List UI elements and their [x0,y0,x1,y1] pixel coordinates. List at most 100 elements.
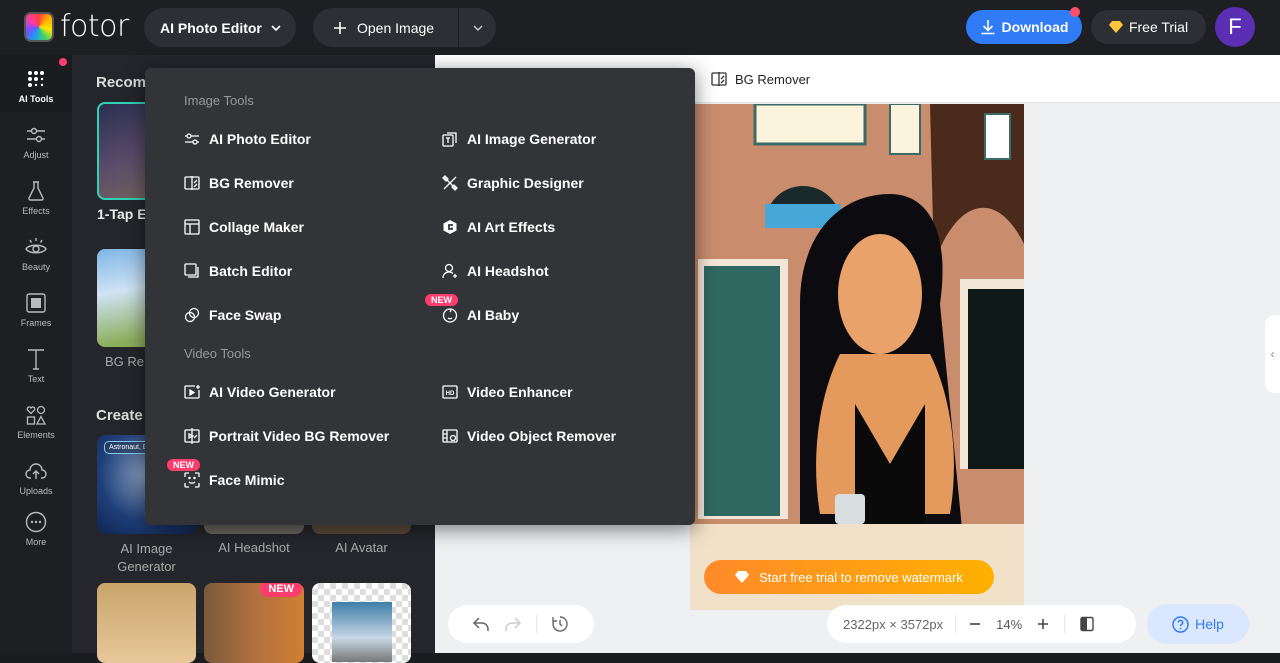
divider [1064,615,1066,633]
menu-item-ai-photo-editor[interactable]: AI Photo Editor [183,130,311,148]
rail-label: Frames [20,318,52,328]
menu-item-ai-headshot[interactable]: AI Headshot [441,262,549,280]
menu-item-collage-maker[interactable]: Collage Maker [183,218,304,236]
cloud-upload-icon [24,459,48,483]
free-trial-button[interactable]: Free Trial [1091,10,1206,44]
bg-remover-icon [711,72,727,86]
menu-item-label: BG Remover [209,175,294,191]
rail-item-beauty[interactable]: Beauty [0,235,72,272]
menu-item-graphic-designer[interactable]: Graphic Designer [441,174,584,192]
menu-item-bg-remover[interactable]: BG Remover [183,174,294,192]
collapse-right-panel-button[interactable]: ‹ [1265,315,1280,393]
menu-item-batch-editor[interactable]: Batch Editor [183,262,292,280]
rail-item-more[interactable]: More [0,510,72,547]
zoom-out-icon[interactable] [968,617,982,631]
ai-tools-notification-dot [59,58,67,66]
rail-item-uploads[interactable]: Uploads [0,459,72,496]
rail-item-adjust[interactable]: Adjust [0,123,72,160]
download-button[interactable]: Download [966,10,1082,44]
new-badge: NEW [425,294,458,306]
flask-icon [24,179,48,203]
menu-item-ai-image-generator[interactable]: AI Image Generator [441,130,596,148]
thumb-pet[interactable]: NEW [204,583,304,663]
fotor-logo[interactable]: fotor [24,12,129,42]
image-dimensions: 2322px × 3572px [843,616,944,632]
menu-item-label: AI Art Effects [467,219,556,235]
menu-item-ai-baby[interactable]: NEW AI Baby [425,294,520,324]
top-bar: fotor AI Photo Editor Open Image Downloa… [0,0,1280,55]
menu-item-face-swap[interactable]: Face Swap [183,306,281,324]
chevron-down-icon [271,24,281,31]
free-trial-label: Free Trial [1128,19,1189,35]
chevron-down-icon [473,25,482,31]
thumb-portrait[interactable] [97,583,196,663]
ai-photo-editor-dropdown: Image Tools AI Photo Editor AI Image Gen… [145,68,695,525]
open-image-button[interactable]: Open Image [313,8,459,47]
edited-photo[interactable] [690,104,1024,610]
question-circle-icon [1172,615,1189,633]
help-button[interactable]: Help [1147,604,1249,644]
rail-item-elements[interactable]: Elements [0,403,72,440]
rail-item-effects[interactable]: Effects [0,179,72,216]
photo-illustration [690,104,1024,610]
diamond-icon [735,571,750,583]
ai-photo-editor-menu-button[interactable]: AI Photo Editor [144,8,296,47]
menu-item-portrait-video-bg-remover[interactable]: Portrait Video BG Remover [183,427,389,445]
menu-item-video-enhancer[interactable]: HD Video Enhancer [441,383,573,401]
history-icon[interactable] [551,615,569,633]
compare-icon[interactable] [1079,616,1095,632]
open-image-dropdown[interactable] [459,22,496,34]
image-generator-icon [441,130,459,148]
user-avatar[interactable]: F [1215,7,1255,47]
svg-text:HD: HD [446,391,455,397]
remove-watermark-button[interactable]: Start free trial to remove watermark [704,560,994,594]
rail-label: Beauty [21,262,51,272]
rail-label: Uploads [19,486,53,496]
rail-item-ai-tools[interactable]: AI Tools [0,67,72,104]
face-scan-icon [183,471,201,489]
video-object-icon [441,427,459,445]
batch-icon [183,262,201,280]
thumb-label: AI Image Generator [117,541,176,574]
open-image-label: Open Image [357,19,435,36]
menu-item-label: Face Mimic [209,472,285,488]
eye-icon [24,235,48,259]
recommended-heading: Recom [96,74,147,91]
sliders-icon [24,123,48,147]
rail-label: Effects [22,206,50,216]
thumb-label: 1-Tap E [97,206,147,222]
menu-item-video-object-remover[interactable]: Video Object Remover [441,427,616,445]
thumb-mountain[interactable] [312,583,411,663]
menu-item-face-mimic[interactable]: NEW Face Mimic [167,459,285,489]
chevron-left-icon: ‹ [1270,347,1275,361]
menu-item-ai-video-generator[interactable]: AI Video Generator [183,383,336,401]
download-icon [981,20,995,35]
new-badge: NEW [167,459,200,471]
menu-item-ai-art-effects[interactable]: AI Art Effects [441,218,555,236]
watermark-cta-label: Start free trial to remove watermark [759,569,963,585]
person-icon [441,262,459,280]
rail-label: Adjust [23,150,49,160]
menu-item-label: AI Baby [467,307,520,323]
tool-rail: AI Tools Adjust Effects Beauty Frames Te… [0,55,72,653]
art-effects-icon [441,218,459,236]
thumb-label: AI Avatar [335,540,388,555]
create-heading: Create [96,407,143,424]
active-tool-label[interactable]: BG Remover [711,71,810,87]
mountain-image [332,602,392,662]
menu-item-label: AI Image Generator [467,131,597,147]
image-tools-heading: Image Tools [184,93,254,108]
zoom-in-icon[interactable] [1036,617,1050,631]
video-tools-heading: Video Tools [184,346,251,361]
rail-item-text[interactable]: Text [0,347,72,384]
redo-icon[interactable] [504,616,522,632]
video-bg-remover-icon [183,427,201,445]
menu-item-label: Collage Maker [209,219,304,235]
zoom-toolbar: 2322px × 3572px 14% [827,605,1136,643]
menu-item-label: Batch Editor [209,263,293,279]
rail-item-frames[interactable]: Frames [0,291,72,328]
undo-icon[interactable] [472,616,490,632]
menu-item-label: Video Enhancer [467,384,573,400]
open-image-group: Open Image [313,8,496,47]
plus-icon [334,21,346,34]
